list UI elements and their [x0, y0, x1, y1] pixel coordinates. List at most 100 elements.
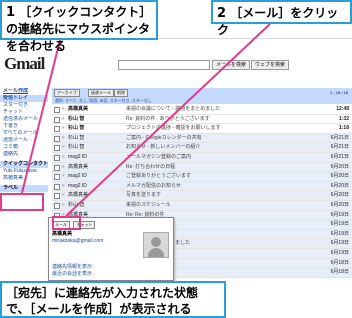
table-row[interactable]: ★ mag2 ID ご登録ありがとうございます 6月20日 — [52, 172, 352, 182]
row-checkbox[interactable] — [54, 145, 60, 152]
row-checkbox[interactable] — [54, 135, 60, 142]
avatar — [143, 232, 169, 258]
star-icon[interactable]: ★ — [61, 105, 65, 113]
row-checkbox[interactable] — [54, 193, 60, 200]
row-date: 6月20日 — [330, 163, 349, 170]
popup-contact-info-link[interactable]: 連絡先情報を表示 — [52, 264, 92, 271]
sidebar-item-inbox[interactable]: 受信トレイ — [0, 95, 48, 102]
table-row[interactable]: ★ 杉山 智 プロジェクトの進捗 - 確認をお願いします 1:18 — [52, 124, 352, 134]
row-date: 6月21日 — [330, 144, 349, 151]
row-date: 6月21日 — [330, 153, 349, 160]
row-checkbox[interactable] — [54, 107, 60, 113]
row-date: 6月18日 — [330, 259, 349, 266]
row-date: 6月19日 — [330, 249, 349, 256]
row-subject: プロジェクトの進捗 - 確認をお願いします — [126, 125, 221, 132]
sidebar-item-all-mail[interactable]: すべてのメール — [0, 130, 48, 137]
star-icon[interactable]: ★ — [61, 124, 65, 132]
compose-link[interactable]: メール作成 — [0, 88, 48, 95]
result-text: ［宛先］に連絡先が入力された状態で、［メールを作成］が表示される — [6, 286, 199, 316]
sidebar-item-starred[interactable]: スター付き — [0, 102, 48, 109]
row-subject: Re: 打ち合わせの日程 — [126, 163, 176, 170]
row-date: 12:48 — [336, 106, 349, 112]
row-checkbox[interactable] — [54, 126, 60, 133]
select-bar[interactable]: 選択: すべて, なし, 既読, 未読, スター付き, スターなし — [52, 97, 352, 104]
callout-step-1: 1 ［クイックコンタクト］の連絡先にマウスポインタを合わせる — [0, 0, 158, 53]
row-sender: 杉山 智 — [68, 134, 85, 141]
star-icon[interactable]: ★ — [61, 134, 65, 142]
table-row[interactable]: ★ 高橋真美 Re: 打ち合わせの日程 6月20日 — [52, 162, 352, 173]
star-icon[interactable]: ★ — [61, 153, 65, 161]
row-subject: 来週の会議について - 議題をまとめました — [126, 106, 221, 112]
step-2-number: 2 — [217, 6, 227, 21]
sidebar-item-drafts[interactable]: 下書き — [0, 123, 48, 130]
row-sender: mag2 ID — [68, 182, 87, 189]
row-subject: お知らせ - 新しいメンバーの紹介 — [126, 144, 201, 151]
archive-button[interactable]: アーカイブ — [54, 89, 80, 97]
popup-contact-email[interactable]: misakitaka@gmail.com — [52, 238, 103, 245]
row-date: 6月20日 — [330, 173, 349, 180]
callout-step-2: 2 ［メール］をクリック — [211, 0, 352, 37]
table-row[interactable]: ★ 杉山 智 Re: 資料の件 - ありがとうございます 1:32 — [52, 114, 352, 125]
quick-contact-item[interactable]: Yuki Fukuzawa — [0, 168, 48, 175]
row-subject: 写真を送ります — [126, 192, 162, 199]
sidebar-item-trash[interactable]: ゴミ箱 — [0, 144, 48, 151]
row-checkbox[interactable] — [54, 183, 60, 190]
table-row[interactable]: ★ 高橋真美 来週の会議について - 議題をまとめました 12:48 — [52, 105, 352, 115]
row-date: 6月19日 — [330, 211, 349, 218]
search-input[interactable] — [118, 60, 210, 70]
row-sender: 高橋真美 — [68, 163, 89, 170]
row-sender: mag2 ID — [68, 173, 87, 180]
row-sender: mag2 ID — [68, 153, 87, 160]
star-icon[interactable]: ★ — [61, 182, 65, 190]
row-sender: 高橋真美 — [68, 192, 89, 199]
row-date: 6月21日 — [330, 134, 349, 141]
star-icon[interactable]: ★ — [61, 163, 65, 171]
row-date: 6月19日 — [330, 240, 349, 247]
row-checkbox[interactable] — [54, 116, 60, 123]
row-subject: メールマガジン登録のご案内 — [126, 153, 192, 160]
step-1-number: 1 — [6, 5, 16, 20]
row-checkbox[interactable] — [54, 154, 60, 161]
table-row[interactable]: ★ 杉山 智 お知らせ - 新しいメンバーの紹介 6月21日 — [52, 143, 352, 153]
row-sender: 高橋真美 — [68, 106, 89, 112]
gmail-logo[interactable]: Gmail — [4, 55, 45, 78]
labels-header[interactable]: ラベル — [0, 185, 48, 192]
message-count: 1 - 18 / 18 — [329, 90, 348, 95]
star-icon[interactable]: ★ — [61, 143, 65, 151]
row-sender: 杉山 智 — [68, 125, 85, 132]
gmail-screenshot: Gmail メールを検索 ウェブを検索 メール作成 受信トレイ スター付き チャ… — [0, 30, 352, 282]
star-icon[interactable]: ★ — [61, 201, 65, 209]
star-icon[interactable]: ★ — [61, 115, 65, 123]
search-web-button[interactable]: ウェブを検索 — [251, 60, 289, 70]
table-row[interactable]: ★ 杉山 智 ご案内 - Googleカレンダーの共有 6月21日 — [52, 133, 352, 144]
row-date: 6月18日 — [330, 269, 349, 276]
sidebar-item-contacts[interactable]: 連絡先 — [0, 151, 48, 158]
row-checkbox[interactable] — [54, 202, 60, 209]
table-row[interactable]: ★ mag2 ID メールマガジン登録のご案内 6月21日 — [52, 152, 352, 163]
delete-button[interactable]: 削除 — [114, 89, 128, 97]
row-checkbox[interactable] — [54, 164, 60, 171]
popup-recent-conversations-link[interactable]: 最近の会話を表示 — [52, 271, 92, 278]
quick-contact-item-2[interactable]: 高橋真美 — [0, 175, 48, 182]
row-date: 6月19日 — [330, 230, 349, 237]
table-row[interactable]: ★ 高橋真美 写真を送ります 6月20日 — [52, 191, 352, 201]
row-subject: メルマガ配信のお知らせ — [126, 182, 181, 189]
spam-button[interactable]: 迷惑メール — [88, 89, 114, 97]
row-date: 6月20日 — [330, 182, 349, 189]
star-icon[interactable]: ★ — [61, 172, 65, 180]
row-date: 6月20日 — [330, 201, 349, 208]
popup-contact-name: 高橋真美 — [52, 231, 73, 237]
highlight-mail-button — [52, 216, 81, 230]
quick-contacts-header[interactable]: クイックコンタクト — [0, 161, 48, 168]
star-icon[interactable]: ★ — [61, 191, 65, 199]
sidebar-item-sent[interactable]: 送信済みメール — [0, 116, 48, 123]
row-date: 6月20日 — [330, 192, 349, 199]
row-checkbox[interactable] — [54, 174, 60, 181]
table-row[interactable]: ★ 杉山 智 来週のスケジュール 6月20日 — [52, 200, 352, 211]
sidebar-item-spam[interactable]: 迷惑メール — [0, 137, 48, 144]
search-mail-button[interactable]: メールを検索 — [212, 60, 250, 70]
row-subject: Re: 資料の件 - ありがとうございます — [126, 115, 210, 122]
sidebar-item-chat[interactable]: チャット — [0, 109, 48, 116]
row-date: 1:18 — [338, 125, 349, 132]
table-row[interactable]: ★ mag2 ID メルマガ配信のお知らせ 6月20日 — [52, 181, 352, 192]
